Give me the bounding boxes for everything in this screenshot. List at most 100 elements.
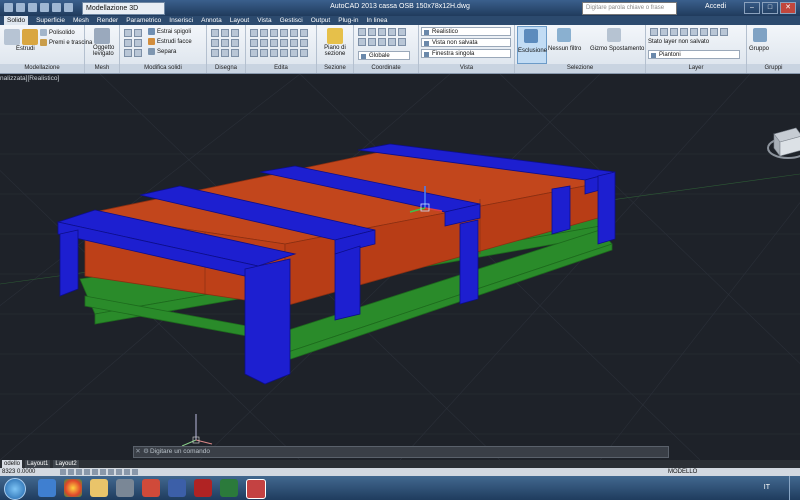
ie-icon[interactable] bbox=[38, 479, 56, 497]
tab-vista[interactable]: Vista bbox=[257, 16, 271, 25]
show-desktop-button[interactable] bbox=[789, 476, 800, 500]
offset-icon[interactable] bbox=[280, 39, 288, 47]
layer-off-icon[interactable] bbox=[660, 28, 668, 36]
fillet-icon[interactable] bbox=[290, 29, 298, 37]
excel-icon[interactable] bbox=[220, 479, 238, 497]
undo-icon[interactable] bbox=[52, 3, 61, 12]
hatch-icon[interactable] bbox=[211, 49, 219, 57]
ucs-zaxis-icon[interactable] bbox=[378, 38, 386, 46]
stretch-icon[interactable] bbox=[260, 39, 268, 47]
drawing-viewport[interactable]: nalizzata][Realistico] bbox=[0, 74, 800, 460]
save-icon[interactable] bbox=[40, 3, 49, 12]
command-input[interactable]: Digitare un comando bbox=[150, 448, 210, 455]
start-button[interactable] bbox=[4, 478, 26, 500]
polar-icon[interactable] bbox=[84, 469, 90, 475]
ucs-view-icon[interactable] bbox=[358, 38, 366, 46]
gizmo-spostamento-button[interactable]: Gizmo Spostamento bbox=[590, 46, 644, 52]
interfere-icon[interactable] bbox=[134, 49, 142, 57]
ucs-object-icon[interactable] bbox=[398, 28, 406, 36]
erase-icon[interactable] bbox=[260, 49, 268, 57]
estrudi-button[interactable]: Estrudi bbox=[16, 46, 35, 52]
trim-icon[interactable] bbox=[270, 29, 278, 37]
rotate-icon[interactable] bbox=[260, 29, 268, 37]
piano-sezione-button[interactable]: Piano di sezione bbox=[321, 45, 349, 57]
align-icon[interactable] bbox=[250, 49, 258, 57]
layer-unisolate-icon[interactable] bbox=[720, 28, 728, 36]
3d-align-icon[interactable] bbox=[290, 49, 298, 57]
layer-lock-icon[interactable] bbox=[690, 28, 698, 36]
ucs-icon[interactable] bbox=[358, 28, 366, 36]
view-dropdown[interactable]: Vista non salvata bbox=[421, 38, 511, 47]
customize-icon[interactable]: ⚙ bbox=[142, 447, 150, 457]
dyn-icon[interactable] bbox=[124, 469, 130, 475]
ultra-icon[interactable] bbox=[168, 479, 186, 497]
open-icon[interactable] bbox=[28, 3, 37, 12]
tab-output[interactable]: Output bbox=[311, 16, 331, 25]
tab-in-linea[interactable]: In linea bbox=[366, 16, 387, 25]
ortho-icon[interactable] bbox=[76, 469, 82, 475]
viewcube[interactable] bbox=[760, 104, 800, 174]
polisolido-button[interactable]: Polisolido bbox=[40, 29, 75, 36]
app-icon[interactable] bbox=[116, 479, 134, 497]
tab-solido[interactable]: Solido bbox=[4, 16, 29, 25]
point-icon[interactable] bbox=[231, 49, 239, 57]
3d-rotate-icon[interactable] bbox=[280, 49, 288, 57]
otrack-icon[interactable] bbox=[108, 469, 114, 475]
arc-icon[interactable] bbox=[211, 39, 219, 47]
snap-icon[interactable] bbox=[60, 469, 66, 475]
intersect-icon[interactable] bbox=[124, 39, 132, 47]
new-icon[interactable] bbox=[16, 3, 25, 12]
section-plane-icon[interactable] bbox=[327, 28, 343, 44]
close-command-icon[interactable]: ✕ bbox=[134, 447, 142, 457]
3d-mirror-icon[interactable] bbox=[300, 49, 308, 57]
separa-button[interactable]: Separa bbox=[148, 48, 176, 55]
slice-icon[interactable] bbox=[134, 39, 142, 47]
union-icon[interactable] bbox=[124, 29, 132, 37]
extrude-icon[interactable] bbox=[22, 29, 38, 45]
tab-layout[interactable]: Layout bbox=[230, 16, 250, 25]
ucs-world-icon[interactable] bbox=[368, 28, 376, 36]
3d-move-icon[interactable] bbox=[270, 49, 278, 57]
tab-superficie[interactable]: Superficie bbox=[36, 16, 65, 25]
mirror-icon[interactable] bbox=[280, 29, 288, 37]
chamfer-icon[interactable] bbox=[290, 39, 298, 47]
ucs-dropdown[interactable]: Globale bbox=[358, 51, 410, 60]
minimize-button[interactable]: – bbox=[744, 2, 760, 14]
layer-isolate-icon[interactable] bbox=[670, 28, 678, 36]
model-space-toggle[interactable]: MODELLO bbox=[668, 468, 697, 476]
estrai-spigoli-button[interactable]: Estrai spigoli bbox=[148, 28, 191, 35]
estrudi-facce-button[interactable]: Estrudi facce bbox=[148, 38, 192, 45]
viewport-config-dropdown[interactable]: Finestra singola bbox=[421, 49, 511, 58]
smooth-object-icon[interactable] bbox=[94, 28, 110, 44]
ucs-face-icon[interactable] bbox=[388, 28, 396, 36]
osnap-icon[interactable] bbox=[92, 469, 98, 475]
layer-state-dropdown[interactable]: Stato layer non salvato bbox=[648, 39, 709, 45]
tab-annota[interactable]: Annota bbox=[201, 16, 222, 25]
autocad-icon[interactable] bbox=[246, 479, 266, 499]
explode-icon[interactable] bbox=[300, 39, 308, 47]
ellipse-icon[interactable] bbox=[221, 49, 229, 57]
current-layer-dropdown[interactable]: Piantoni bbox=[648, 50, 740, 59]
search-input[interactable]: Digitare parola chiave o frase bbox=[582, 2, 677, 15]
maximize-button[interactable]: □ bbox=[762, 2, 778, 14]
acrobat-icon[interactable] bbox=[194, 479, 212, 497]
spline-icon[interactable] bbox=[231, 39, 239, 47]
tab-plugin[interactable]: Plug-in bbox=[338, 16, 358, 25]
scale-icon[interactable] bbox=[270, 39, 278, 47]
workspace-dropdown[interactable]: Modellazione 3D bbox=[82, 2, 165, 15]
tab-parametrico[interactable]: Parametrico bbox=[126, 16, 161, 25]
command-line[interactable]: ✕ ⚙Digitare un comando bbox=[133, 446, 669, 458]
box-icon[interactable] bbox=[4, 29, 20, 45]
thicken-icon[interactable] bbox=[124, 49, 132, 57]
tab-gestisci[interactable]: Gestisci bbox=[280, 16, 303, 25]
rectangle-icon[interactable] bbox=[221, 39, 229, 47]
nessun-filtro-button[interactable]: Nessun filtro bbox=[548, 46, 581, 52]
subtract-icon[interactable] bbox=[134, 29, 142, 37]
layer-freeze-icon[interactable] bbox=[680, 28, 688, 36]
close-button[interactable]: ✕ bbox=[780, 2, 796, 14]
ucs-previous-icon[interactable] bbox=[378, 28, 386, 36]
move-icon[interactable] bbox=[250, 29, 258, 37]
3d-osnap-icon[interactable] bbox=[100, 469, 106, 475]
tab-model[interactable]: odello bbox=[2, 460, 23, 468]
oggetto-levigato-button[interactable]: Oggetto levigato bbox=[93, 45, 114, 57]
